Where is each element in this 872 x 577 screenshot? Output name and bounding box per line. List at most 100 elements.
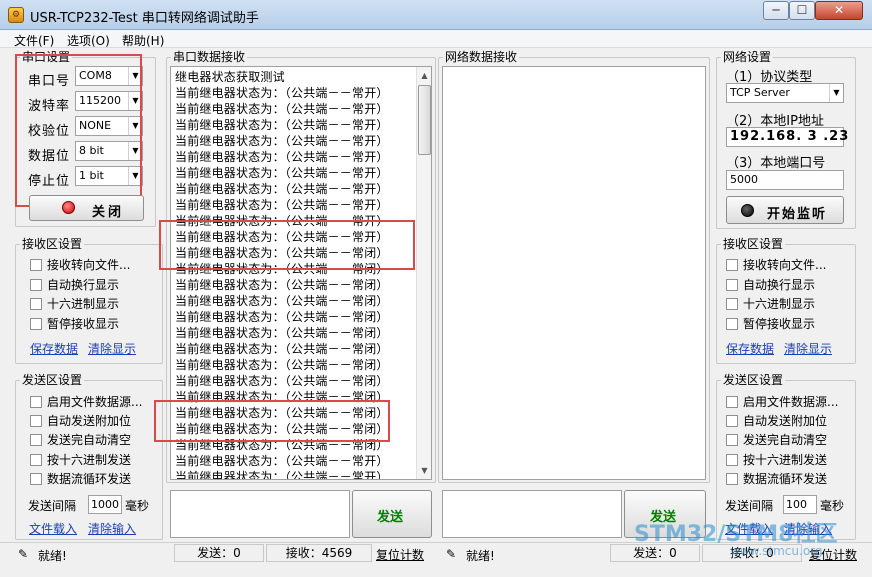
net-save-data-link[interactable]: 保存数据 — [726, 340, 774, 357]
serial-receive-scrollbar[interactable]: ▲ ▼ — [416, 67, 431, 479]
serial-opt-hex-send[interactable]: 按十六进制发送 — [30, 452, 131, 468]
net-opt-receive-to-file[interactable]: 接收转向文件... — [726, 257, 826, 273]
serial-receive-line: 当前继电器状态为：（公共端－－常闭） — [175, 342, 389, 356]
serial-interval-input[interactable]: 1000 — [88, 495, 122, 514]
serial-receive-line: 当前继电器状态为：（公共端－－常开） — [175, 102, 389, 116]
serial-receive-line: 当前继电器状态为：（公共端－－常开） — [175, 454, 389, 468]
minimize-button[interactable]: ─ — [763, 1, 789, 20]
checkbox[interactable] — [726, 454, 738, 466]
highlight-box-serial-settings — [15, 54, 142, 207]
network-send-input[interactable] — [442, 490, 622, 538]
net-interval-input[interactable]: 100 — [783, 495, 817, 514]
checkbox[interactable] — [30, 298, 42, 310]
checkbox[interactable] — [726, 279, 738, 291]
serial-opt-hex-display[interactable]: 十六进制显示 — [30, 296, 119, 312]
serial-receive-line: 当前继电器状态为：（公共端－－常闭） — [175, 278, 389, 292]
net-opt-hex-send[interactable]: 按十六进制发送 — [726, 452, 827, 468]
serial-close-label: 关闭 — [92, 205, 125, 220]
network-receive-textarea[interactable] — [442, 66, 706, 480]
highlight-box-relay-lines-2 — [154, 400, 390, 442]
serial-receive-line: 当前继电器状态为：（公共端－－常开） — [175, 150, 389, 164]
serial-received-count: 接收：4569 — [266, 544, 372, 562]
checkbox[interactable] — [726, 318, 738, 330]
menu-help[interactable]: 帮助(H) — [122, 32, 164, 49]
serial-send-input[interactable] — [170, 490, 350, 538]
checkbox[interactable] — [726, 434, 738, 446]
checkbox[interactable] — [30, 473, 42, 485]
close-window-button[interactable]: ✕ — [815, 1, 863, 20]
serial-clear-input-link[interactable]: 清除输入 — [88, 520, 136, 537]
serial-status-ready: 就绪! — [38, 549, 67, 563]
serial-reset-count-button[interactable]: 复位计数 — [376, 546, 424, 563]
serial-send-label: 发送 — [377, 510, 404, 525]
ready-icon: ✎ — [446, 547, 457, 561]
network-settings-title: 网络设置 — [721, 50, 774, 64]
serial-opt-auto-clear[interactable]: 发送完自动清空 — [30, 432, 131, 448]
menu-options[interactable]: 选项(O) — [67, 32, 110, 49]
checkbox[interactable] — [726, 259, 738, 271]
serial-interval-unit: 毫秒 — [125, 499, 150, 513]
scroll-thumb[interactable] — [418, 85, 431, 155]
start-listen-button[interactable]: 开始监听 — [726, 196, 844, 224]
net-opt-file-source[interactable]: 启用文件数据源... — [726, 394, 838, 410]
maximize-button[interactable]: ☐ — [789, 1, 815, 20]
serial-receive-title: 串口数据接收 — [171, 50, 248, 64]
net-opt-auto-append[interactable]: 自动发送附加位 — [726, 413, 827, 429]
serial-opt-auto-append[interactable]: 自动发送附加位 — [30, 413, 131, 429]
serial-opt-pause-display[interactable]: 暂停接收显示 — [30, 316, 119, 332]
serial-receive-line: 当前继电器状态为：（公共端－－常开） — [175, 118, 389, 132]
checkbox[interactable] — [726, 473, 738, 485]
checkbox[interactable] — [30, 396, 42, 408]
scroll-up-icon[interactable]: ▲ — [418, 68, 431, 83]
ready-icon: ✎ — [18, 547, 29, 561]
serial-receive-line: 当前继电器状态为：（公共端－－常开） — [175, 198, 389, 212]
network-status-ready: 就绪! — [466, 549, 495, 563]
local-ip-input[interactable]: 192.168. 3 .23 — [726, 127, 848, 147]
serial-receive-line: 当前继电器状态为：（公共端－－常开） — [175, 182, 389, 196]
serial-receive-line: 当前继电器状态为：（公共端－－常开） — [175, 470, 389, 480]
checkbox[interactable] — [726, 298, 738, 310]
listen-status-icon — [741, 204, 754, 217]
watermark-url: www.stmcu.org — [730, 544, 823, 558]
serial-receive-line: 当前继电器状态为：（公共端－－常开） — [175, 86, 389, 100]
checkbox[interactable] — [30, 415, 42, 427]
serial-opt-auto-wrap[interactable]: 自动换行显示 — [30, 277, 119, 293]
highlight-box-relay-lines-1 — [159, 220, 415, 270]
checkbox[interactable] — [30, 434, 42, 446]
checkbox[interactable] — [30, 454, 42, 466]
serial-clear-display-link[interactable]: 清除显示 — [88, 340, 136, 357]
serial-receive-line: 当前继电器状态为：（公共端－－常开） — [175, 166, 389, 180]
serial-opt-loop-send[interactable]: 数据流循环发送 — [30, 471, 131, 487]
serial-send-settings-title: 发送区设置 — [20, 373, 85, 387]
serial-opt-receive-to-file[interactable]: 接收转向文件... — [30, 257, 130, 273]
local-port-input[interactable]: 5000 — [726, 170, 844, 190]
serial-opt-file-source[interactable]: 启用文件数据源... — [30, 394, 142, 410]
serial-receive-line: 当前继电器状态为：（公共端－－常闭） — [175, 358, 389, 372]
checkbox[interactable] — [30, 279, 42, 291]
local-port-label: （3）本地端口号 — [726, 156, 826, 171]
checkbox[interactable] — [726, 415, 738, 427]
serial-send-button[interactable]: 发送 — [352, 490, 432, 538]
serial-close-button[interactable]: 关闭 — [29, 195, 144, 221]
net-opt-auto-clear[interactable]: 发送完自动清空 — [726, 432, 827, 448]
checkbox[interactable] — [30, 318, 42, 330]
network-receive-settings-title: 接收区设置 — [721, 237, 786, 251]
net-clear-display-link[interactable]: 清除显示 — [784, 340, 832, 357]
checkbox[interactable] — [30, 259, 42, 271]
net-interval-unit: 毫秒 — [820, 499, 845, 513]
network-send-settings-title: 发送区设置 — [721, 373, 786, 387]
stop-icon — [62, 201, 75, 214]
protocol-select[interactable]: TCP Server ▼ — [726, 83, 844, 103]
serial-save-data-link[interactable]: 保存数据 — [30, 340, 78, 357]
net-opt-auto-wrap[interactable]: 自动换行显示 — [726, 277, 815, 293]
net-opt-loop-send[interactable]: 数据流循环发送 — [726, 471, 827, 487]
scroll-down-icon[interactable]: ▼ — [418, 463, 431, 478]
checkbox[interactable] — [726, 396, 738, 408]
menu-bar: 文件(F) 选项(O) 帮助(H) — [0, 30, 872, 48]
serial-receive-settings-title: 接收区设置 — [20, 237, 85, 251]
net-opt-pause-display[interactable]: 暂停接收显示 — [726, 316, 815, 332]
menu-file[interactable]: 文件(F) — [14, 32, 54, 49]
serial-load-file-link[interactable]: 文件载入 — [29, 520, 77, 537]
net-opt-hex-display[interactable]: 十六进制显示 — [726, 296, 815, 312]
serial-receive-line: 当前继电器状态为：（公共端－－常闭） — [175, 310, 389, 324]
